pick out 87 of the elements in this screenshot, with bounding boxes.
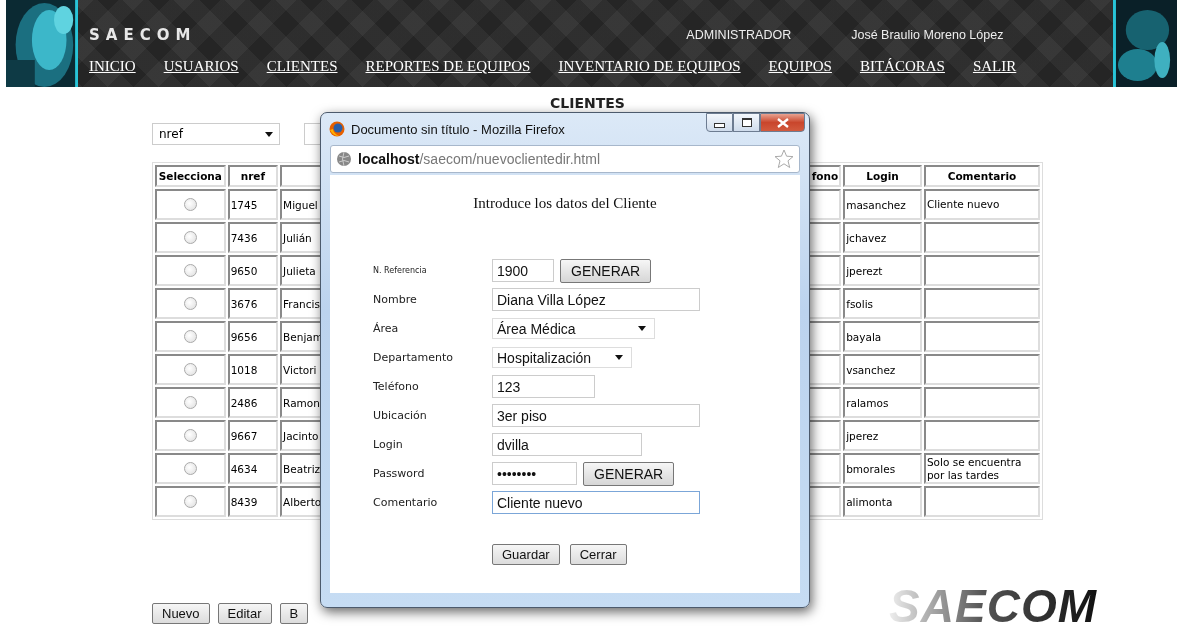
maximize-button[interactable] — [733, 113, 760, 132]
table-cell: alimonta — [843, 486, 922, 518]
table-cell: 9650 — [227, 255, 279, 286]
column-header: Comentario — [923, 165, 1040, 187]
field-label: Área — [373, 322, 400, 335]
input-field[interactable]: Diana Villa López — [492, 288, 700, 311]
table-cell: 4634 — [227, 453, 279, 485]
field-label: Departamento — [373, 351, 455, 364]
close-icon — [776, 117, 789, 128]
form-button[interactable]: Cerrar — [569, 544, 627, 565]
generate-button[interactable]: GENERAR — [560, 258, 652, 283]
minimize-button[interactable] — [706, 113, 733, 132]
table-cell: 1018 — [227, 354, 279, 385]
address-bar[interactable]: localhost/saecom/nuevoclientedir.html — [330, 145, 800, 173]
radio-button[interactable] — [183, 429, 197, 443]
field-label: Ubicación — [373, 409, 428, 422]
radio-button[interactable] — [183, 495, 197, 509]
table-cell: jperez — [843, 420, 922, 451]
field-label: N. Referencia — [373, 266, 428, 275]
table-cell: Cliente nuevo — [923, 189, 1040, 220]
field-label: Teléfono — [373, 380, 420, 393]
radio-button[interactable] — [183, 264, 197, 278]
radio-button[interactable] — [183, 396, 197, 410]
user-role: ADMINISTRADOR — [686, 28, 792, 42]
table-cell: Solo se encuentra por las tardes — [923, 453, 1040, 485]
nav-link[interactable]: USUARIOS — [163, 58, 239, 75]
field-label: Nombre — [373, 293, 418, 306]
action-button[interactable]: Editar — [217, 603, 272, 625]
radio-button[interactable] — [183, 198, 197, 212]
dropdown[interactable]: Área Médica — [492, 318, 655, 339]
url-text: localhost/saecom/nuevoclientedir.html — [358, 151, 601, 167]
nav-link[interactable]: INICIO — [89, 58, 136, 75]
table-cell: vsanchez — [843, 354, 922, 385]
input-field[interactable]: 1900 — [492, 259, 554, 282]
action-button[interactable]: B — [279, 603, 309, 625]
field-label: Comentario — [373, 496, 439, 509]
input-field[interactable]: dvilla — [492, 433, 642, 456]
radio-button[interactable] — [183, 231, 197, 245]
form-button[interactable]: Guardar — [492, 544, 560, 565]
action-button[interactable]: Nuevo — [152, 603, 210, 625]
field-label: Login — [373, 438, 404, 451]
column-header: Selecciona — [155, 165, 226, 187]
globe-icon — [336, 151, 352, 167]
window-title: Documento sin título - Mozilla Firefox — [351, 121, 565, 137]
brand-title: SAECOM — [89, 26, 197, 44]
field-label: Password — [373, 467, 426, 480]
user-name: José Braulio Moreno López — [851, 28, 1004, 42]
table-cell: 1745 — [227, 189, 279, 220]
table-cell: bayala — [843, 321, 922, 352]
nav-link[interactable]: SALIR — [972, 58, 1017, 75]
input-field[interactable]: 123 — [492, 375, 595, 398]
input-field[interactable]: 3er piso — [492, 404, 700, 427]
caret-icon — [265, 131, 273, 137]
radio-button[interactable] — [183, 462, 197, 476]
table-cell: ralamos — [843, 387, 922, 418]
column-header: Login — [843, 165, 922, 187]
close-button[interactable] — [760, 113, 805, 132]
radio-button[interactable] — [183, 297, 197, 311]
generate-button[interactable]: GENERAR — [583, 461, 675, 486]
table-cell: 7436 — [227, 222, 279, 253]
table-cell: masanchez — [843, 189, 922, 220]
table-cell: fsolis — [843, 288, 922, 319]
table-cell: 9667 — [227, 420, 279, 451]
table-cell: 3676 — [227, 288, 279, 319]
caret-icon — [615, 355, 623, 360]
star-icon[interactable] — [774, 149, 794, 169]
table-cell: jperezt — [843, 255, 922, 286]
nav-link[interactable]: INVENTARIO DE EQUIPOS — [558, 58, 741, 75]
input-field[interactable]: •••••••• — [492, 462, 577, 485]
nav-link[interactable]: REPORTES DE EQUIPOS — [365, 58, 531, 75]
radio-button[interactable] — [183, 330, 197, 344]
caret-icon — [638, 326, 646, 331]
nav-link[interactable]: BITÁCORAS — [859, 58, 945, 75]
nav-link[interactable]: CLIENTES — [266, 58, 338, 75]
page-title: CLIENTES — [550, 96, 626, 110]
column-header: nref — [227, 165, 279, 187]
sort-select[interactable]: nref — [152, 123, 280, 145]
table-cell: 8439 — [227, 486, 279, 518]
table-cell: 9656 — [227, 321, 279, 352]
table-cell: bmorales — [843, 453, 922, 485]
radio-button[interactable] — [183, 363, 197, 377]
dropdown[interactable]: Hospitalización — [492, 347, 632, 368]
input-field[interactable]: Cliente nuevo — [492, 491, 700, 514]
table-cell: jchavez — [843, 222, 922, 253]
table-cell: 2486 — [227, 387, 279, 418]
form-heading: Introduce los datos del Cliente — [472, 195, 658, 212]
nav-link[interactable]: EQUIPOS — [768, 58, 832, 75]
